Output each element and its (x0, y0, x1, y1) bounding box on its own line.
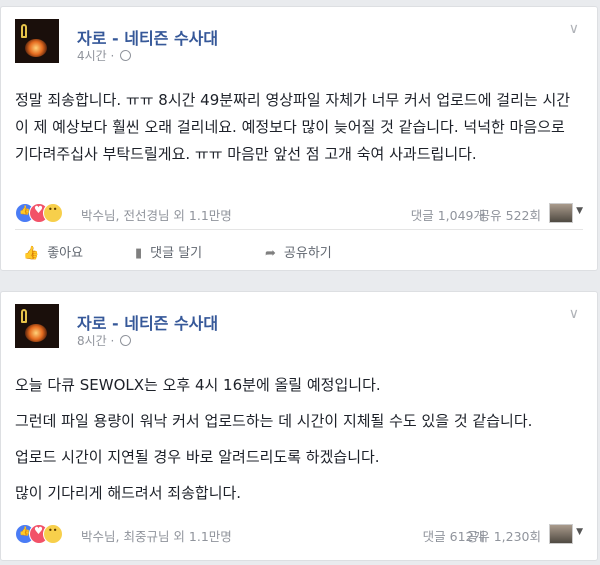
share-label: 공유하기 (283, 246, 332, 261)
share-count[interactable]: 공유 522회 (479, 205, 541, 224)
reaction-names[interactable]: 박수님, 최중규님 외 1.1만명 (81, 526, 232, 545)
post-paragraph: 오늘 다큐 SEWOLX는 오후 4시 16분에 올릴 예정입니다. (15, 376, 381, 394)
caret-down-icon[interactable]: ▼ (576, 527, 583, 537)
comment-button[interactable]: ▮ 댓글 달기 (135, 242, 202, 261)
post-card: 자로 - 네티즌 수사대 8시간 · ∨ 오늘 다큐 SEWOLX는 오후 4시… (0, 291, 598, 561)
post-paragraph: 많이 기다리게 해드려서 죄송합니다. (15, 484, 242, 502)
page-name-link[interactable]: 자로 - 네티즌 수사대 (77, 310, 218, 334)
comment-icon: ▮ (135, 246, 143, 261)
post-card: 자로 - 네티즌 수사대 4시간 · ∨ 정말 죄송합니다. ㅠㅠ 8시간 49… (0, 6, 598, 271)
post-meta: 4시간 · (77, 47, 132, 64)
post-time[interactable]: 4시간 · (77, 49, 118, 63)
post-meta: 8시간 · (77, 332, 132, 349)
divider (15, 229, 583, 230)
share-button[interactable]: ➦ 공유하기 (265, 242, 332, 261)
globe-icon (120, 50, 132, 61)
viewer-avatar[interactable] (549, 524, 573, 544)
reaction-icons[interactable] (15, 524, 79, 544)
post-paragraph: 업로드 시간이 지연될 경우 바로 알려드리도록 하겠습니다. (15, 448, 380, 466)
like-label: 좋아요 (47, 246, 84, 261)
reaction-names[interactable]: 박수님, 전선경님 외 1.1만명 (81, 205, 232, 224)
chevron-down-icon[interactable]: ∨ (569, 306, 579, 322)
caret-down-icon[interactable]: ▼ (576, 206, 583, 216)
chevron-down-icon[interactable]: ∨ (569, 21, 579, 37)
post-time[interactable]: 8시간 · (77, 334, 118, 348)
avatar-image (25, 39, 47, 57)
comment-count[interactable]: 댓글 1,049개 (411, 205, 485, 224)
share-count[interactable]: 공유 1,230회 (467, 526, 541, 545)
viewer-avatar[interactable] (549, 203, 573, 223)
wow-reaction-icon (43, 203, 63, 223)
comment-label: 댓글 달기 (150, 246, 203, 261)
reaction-bar: 박수님, 전선경님 외 1.1만명 댓글 1,049개 공유 522회 ▼ (15, 201, 583, 225)
post-paragraph: 정말 죄송합니다. ㅠㅠ 8시간 49분짜리 영상파일 자체가 너무 커서 업로… (15, 91, 571, 163)
reaction-icons[interactable] (15, 203, 79, 223)
like-button[interactable]: 👍 좋아요 (23, 242, 83, 261)
post-paragraph: 그런데 파일 용량이 워낙 커서 업로드하는 데 시간이 지체될 수도 있을 것… (15, 412, 533, 430)
share-arrow-icon: ➦ (265, 246, 276, 261)
action-bar: 👍 좋아요 ▮ 댓글 달기 ➦ 공유하기 (15, 236, 583, 264)
page-avatar[interactable] (15, 19, 59, 63)
post-body: 정말 죄송합니다. ㅠㅠ 8시간 49분짜리 영상파일 자체가 너무 커서 업로… (15, 87, 583, 168)
globe-icon (120, 335, 132, 346)
wow-reaction-icon (43, 524, 63, 544)
ribbon-icon (21, 309, 27, 323)
post-body: 오늘 다큐 SEWOLX는 오후 4시 16분에 올릴 예정입니다. 그런데 파… (15, 372, 583, 516)
page-avatar[interactable] (15, 304, 59, 348)
page-name-link[interactable]: 자로 - 네티즌 수사대 (77, 25, 218, 49)
ribbon-icon (21, 24, 27, 38)
avatar-image (25, 324, 47, 342)
reaction-bar: 박수님, 최중규님 외 1.1만명 댓글 612개 공유 1,230회 ▼ (15, 522, 583, 546)
thumbs-up-icon: 👍 (23, 246, 40, 261)
